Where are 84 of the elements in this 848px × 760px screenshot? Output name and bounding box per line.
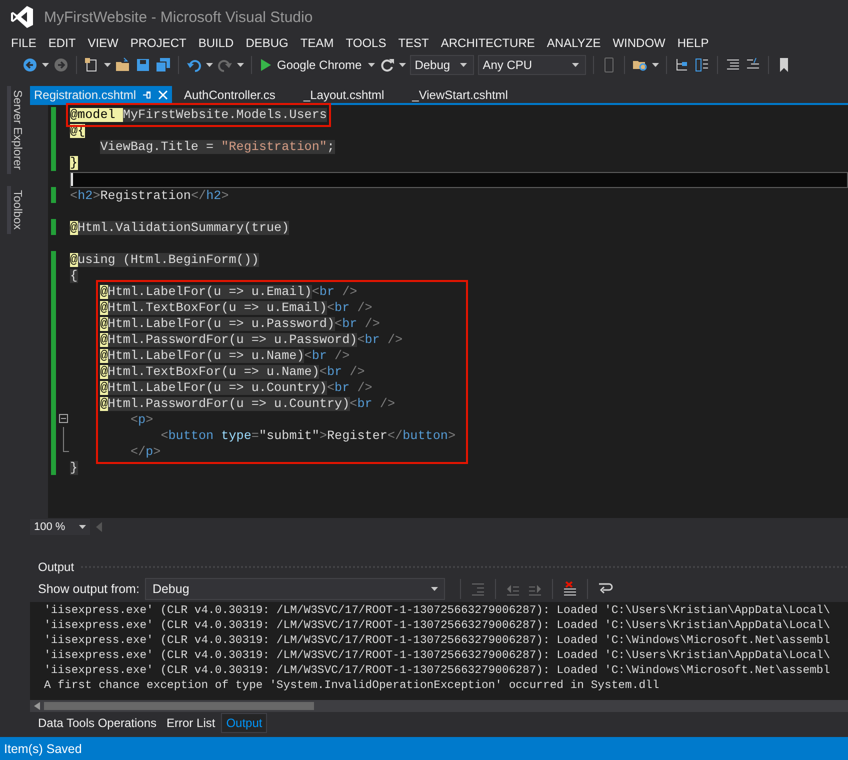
caret-icon[interactable] xyxy=(398,63,406,67)
output-line: A first chance exception of type 'System.InvalidOperationException' occurred in System.dll xyxy=(44,679,660,694)
output-line: 'iisexpress.exe' (CLR v4.0.30319: /LM/W3SVC/17/ROOT-1-130725663279006287): Loaded 'C:\Users\Kristian\AppData\Local\ xyxy=(44,619,830,634)
menu-item[interactable]: TEAM xyxy=(294,36,340,50)
caret-icon[interactable] xyxy=(572,63,579,67)
panel-tab[interactable]: Error List xyxy=(162,714,220,732)
undo-icon[interactable] xyxy=(186,57,202,73)
toolbar-dropdown[interactable]: Any CPU xyxy=(478,55,586,75)
panel-tab[interactable]: Data Tools Operations xyxy=(34,714,161,732)
menu-item[interactable]: WINDOW xyxy=(606,36,672,50)
menu-item[interactable]: TEST xyxy=(392,36,435,50)
caret-icon[interactable] xyxy=(237,63,244,67)
document-tab[interactable]: AuthController.cs xyxy=(180,86,288,103)
side-tab[interactable]: Toolbox xyxy=(7,186,23,234)
save-all-icon[interactable] xyxy=(155,57,171,73)
caret-icon[interactable] xyxy=(104,63,111,67)
save-icon[interactable] xyxy=(135,57,151,73)
output-line: 'iisexpress.exe' (CLR v4.0.30319: /LM/W3SVC/17/ROOT-1-130725663279006287): Loaded 'C:\Users\Kristian\AppData\Local\ xyxy=(44,604,830,619)
code-line: @model MyFirstWebsite.Models.Users xyxy=(70,107,327,123)
window-title: MyFirstWebsite - Microsoft Visual Studio xyxy=(44,8,313,26)
fold-line xyxy=(62,427,68,452)
code-line: <h2>Registration</h2> xyxy=(70,188,229,204)
play-icon xyxy=(261,59,271,71)
clear-all-icon[interactable] xyxy=(562,581,578,597)
code-line: @Html.TextBoxFor(u => u.Name)<br /> xyxy=(100,364,365,380)
menu-item[interactable]: ANALYZE xyxy=(540,36,607,50)
scrollbar-thumb[interactable] xyxy=(44,702,314,710)
code-line: <p> xyxy=(129,412,154,428)
code-line: ViewBag.Title = "Registration"; xyxy=(99,139,335,155)
code-line: @Html.TextBoxFor(u => u.Email)<br /> xyxy=(100,300,372,316)
start-debug-button[interactable]: Google Chrome xyxy=(259,58,364,72)
change-bar xyxy=(51,187,56,203)
zoom-dropdown[interactable]: 100 % xyxy=(30,519,90,535)
panel-tab[interactable]: Output xyxy=(221,713,268,733)
caret-icon[interactable] xyxy=(652,63,659,67)
status-text: Item(s) Saved xyxy=(4,742,82,756)
visual-studio-logo xyxy=(10,5,34,29)
change-bar xyxy=(51,107,56,171)
menu-item[interactable]: HELP xyxy=(671,36,715,50)
menu-item[interactable]: DEBUG xyxy=(240,36,294,50)
caret-icon[interactable] xyxy=(79,525,86,529)
document-tab[interactable]: Registration.cshtml xyxy=(30,86,172,103)
change-bar xyxy=(51,219,56,235)
code-line: <button type="submit">Register</button> xyxy=(160,428,456,444)
code-line: @Html.PasswordFor(u => u.Password)<br /> xyxy=(100,332,403,348)
menu-item[interactable]: EDIT xyxy=(42,36,82,50)
code-line: @Html.LabelFor(u => u.Password)<br /> xyxy=(100,316,380,332)
caret-icon[interactable] xyxy=(206,63,213,67)
close-icon[interactable] xyxy=(158,90,168,100)
menu-item[interactable]: TOOLS xyxy=(340,36,392,50)
side-tab[interactable]: Server Explorer xyxy=(7,86,23,174)
scroll-left-icon[interactable] xyxy=(34,702,40,710)
menu-item[interactable]: FILE xyxy=(5,36,42,50)
document-tab[interactable]: _ViewStart.cshtml xyxy=(408,86,520,103)
panel-title: Output xyxy=(38,560,74,574)
caret-icon[interactable] xyxy=(431,587,438,591)
output-line: 'iisexpress.exe' (CLR v4.0.30319: /LM/W3SVC/17/ROOT-1-130725663279006287): Loaded 'C:\Windows\Microsoft.Net\assembl xyxy=(44,634,830,649)
output-source-dropdown[interactable]: Debug xyxy=(145,578,446,600)
output-line: 'iisexpress.exe' (CLR v4.0.30319: /LM/W3SVC/17/ROOT-1-130725663279006287): Loaded 'C:\Windows\Microsoft.Net\assembl xyxy=(44,664,830,679)
menu-item[interactable]: PROJECT xyxy=(124,36,192,50)
code-line: @Html.LabelFor(u => u.Country)<br /> xyxy=(100,380,372,396)
code-line: @Html.LabelFor(u => u.Name)<br /> xyxy=(100,348,350,364)
code-line: @Html.ValidationSummary(true) xyxy=(70,220,290,236)
text-cursor xyxy=(71,172,73,186)
document-tab[interactable]: _Layout.cshtml xyxy=(299,86,396,103)
caret-icon[interactable] xyxy=(42,63,49,67)
toolbar-dropdown[interactable]: Debug xyxy=(410,55,474,75)
list-icon[interactable] xyxy=(694,57,710,73)
code-line: </p> xyxy=(129,444,161,460)
caret-icon[interactable] xyxy=(460,63,467,67)
code-line: @using (Html.BeginForm()) xyxy=(70,252,259,268)
output-source-label: Show output from: xyxy=(38,582,140,596)
folder-icon[interactable] xyxy=(115,57,131,73)
menu-item[interactable]: BUILD xyxy=(192,36,240,50)
code-line: @Html.PasswordFor(u => u.Country)<br /> xyxy=(100,396,395,412)
caret-icon[interactable] xyxy=(368,63,375,67)
refresh-icon[interactable] xyxy=(378,57,395,73)
code-line: @Html.LabelFor(u => u.Email)<br /> xyxy=(100,284,358,300)
tree-icon[interactable] xyxy=(674,57,690,73)
menu-item[interactable]: VIEW xyxy=(82,36,124,50)
menu-item[interactable]: ARCHITECTURE xyxy=(434,36,541,50)
collapse-icon[interactable] xyxy=(58,414,68,423)
output-line: 'iisexpress.exe' (CLR v4.0.30319: /LM/W3SVC/17/ROOT-1-130725663279006287): Loaded 'C:\Users\Kristian\AppData\Local\ xyxy=(44,649,830,664)
pin-icon[interactable] xyxy=(142,90,152,100)
